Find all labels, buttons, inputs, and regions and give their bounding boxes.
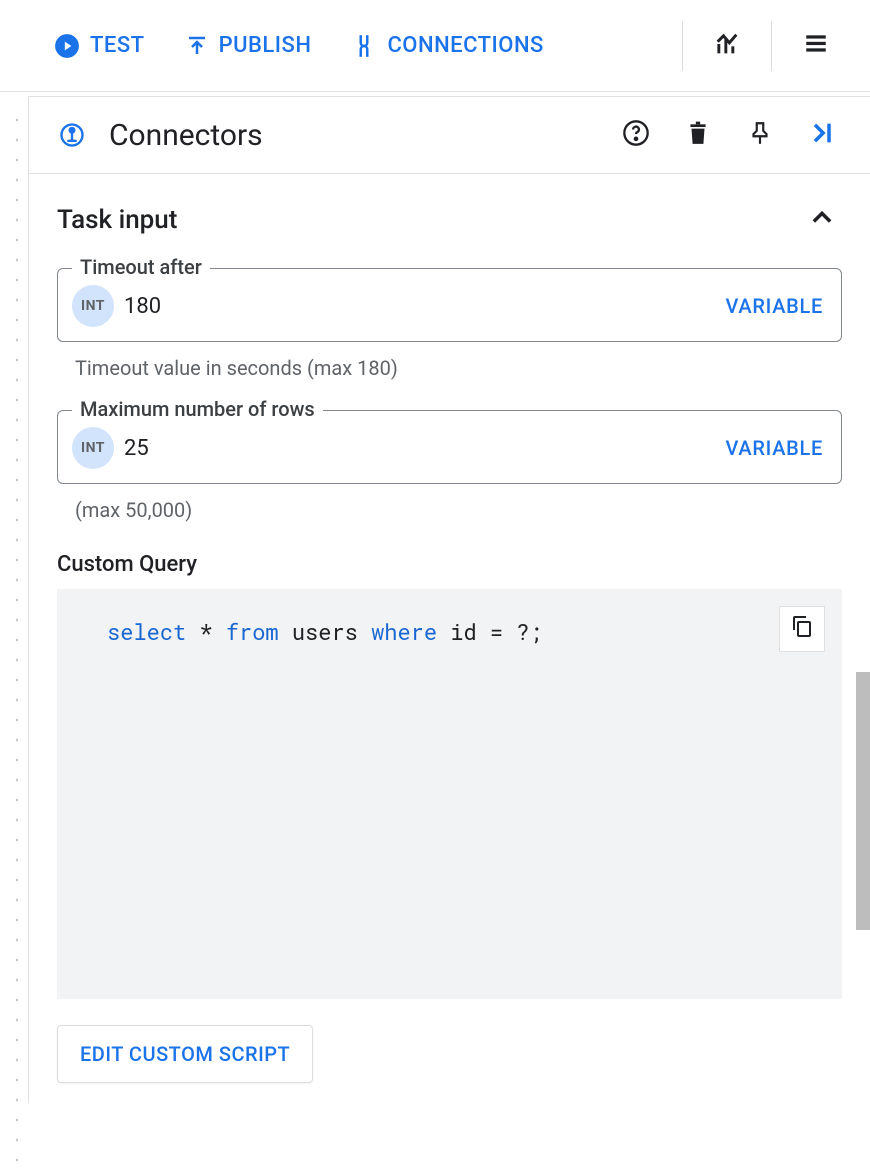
connections-button[interactable]: CONNECTIONS	[333, 23, 561, 69]
analytics-icon	[713, 30, 741, 62]
toolbar-divider	[682, 21, 683, 71]
collapse-section-button[interactable]	[802, 200, 842, 240]
timeout-legend: Timeout after	[72, 255, 210, 279]
int-badge: INT	[72, 427, 114, 469]
pin-button[interactable]	[740, 115, 780, 155]
help-icon	[622, 119, 650, 151]
timeout-field-block: Timeout after INT VARIABLE Timeout value…	[57, 268, 842, 380]
max-rows-variable-button[interactable]: VARIABLE	[726, 436, 823, 460]
timeout-variable-button[interactable]: VARIABLE	[726, 294, 823, 318]
test-button-label: TEST	[90, 33, 145, 58]
top-toolbar: TEST PUBLISH CONNECTIONS	[0, 0, 870, 92]
collapse-right-button[interactable]	[802, 115, 842, 155]
custom-query-label: Custom Query	[57, 552, 842, 577]
upload-icon	[185, 34, 209, 58]
sql-token: = ?;	[477, 617, 543, 646]
int-badge: INT	[72, 285, 114, 327]
timeout-helper: Timeout value in seconds (max 180)	[75, 356, 838, 380]
max-rows-field-block: Maximum number of rows INT VARIABLE (max…	[57, 410, 842, 522]
max-rows-helper: (max 50,000)	[75, 498, 838, 522]
task-input-section-header[interactable]: Task input	[57, 200, 842, 240]
copy-icon	[790, 613, 814, 646]
delete-button[interactable]	[678, 115, 718, 155]
task-input-title: Task input	[57, 205, 177, 235]
panel-header: Connectors	[29, 97, 870, 174]
toolbar-divider	[771, 21, 772, 71]
panel-content: Task input Timeout after INT VARIABLE Ti…	[29, 174, 870, 1103]
edit-custom-script-button[interactable]: EDIT CUSTOM SCRIPT	[57, 1025, 313, 1083]
scrollbar-thumb[interactable]	[856, 672, 870, 930]
publish-button-label: PUBLISH	[219, 33, 312, 58]
menu-button[interactable]	[792, 22, 840, 70]
sql-keyword: where	[371, 617, 437, 646]
panel-title: Connectors	[109, 118, 594, 153]
trash-icon	[685, 120, 711, 150]
publish-button[interactable]: PUBLISH	[167, 23, 330, 68]
sql-token: *	[199, 617, 212, 646]
test-button[interactable]: TEST	[36, 23, 163, 69]
canvas-rail	[16, 110, 18, 1174]
chevron-right-bar-icon	[808, 119, 836, 151]
play-icon	[54, 33, 80, 59]
connections-icon	[351, 33, 377, 59]
max-rows-legend: Maximum number of rows	[72, 397, 323, 421]
pin-icon	[747, 120, 773, 150]
timeout-field[interactable]: Timeout after INT VARIABLE	[57, 268, 842, 342]
copy-button[interactable]	[780, 607, 824, 651]
max-rows-field[interactable]: Maximum number of rows INT VARIABLE	[57, 410, 842, 484]
chevron-up-icon	[808, 204, 836, 236]
sql-token: users	[292, 617, 358, 646]
custom-query-code-area[interactable]: select * from users where id = ?;	[57, 589, 842, 999]
connectors-panel: Connectors Task input	[28, 96, 870, 1103]
menu-icon	[803, 31, 829, 61]
sql-token: id	[450, 617, 476, 646]
sql-keyword: from	[226, 617, 279, 646]
help-button[interactable]	[616, 115, 656, 155]
max-rows-input[interactable]	[124, 436, 726, 461]
connections-button-label: CONNECTIONS	[387, 33, 543, 58]
sql-keyword: select	[107, 617, 186, 646]
connectors-node-icon	[57, 120, 87, 150]
timeout-input[interactable]	[124, 294, 726, 319]
analytics-button[interactable]	[703, 22, 751, 70]
